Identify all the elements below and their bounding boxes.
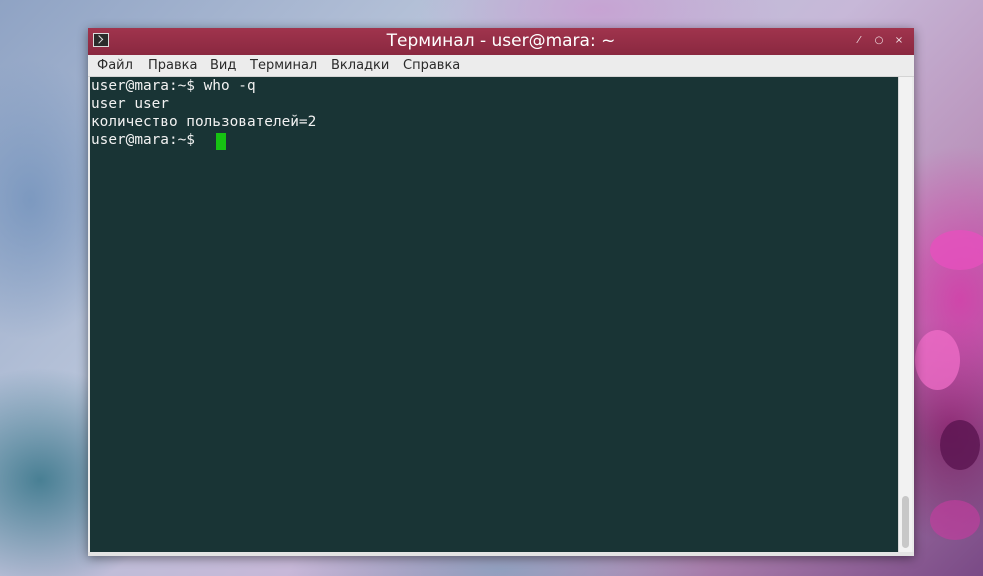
menu-file[interactable]: Файл: [95, 55, 135, 76]
menu-view[interactable]: Вид: [208, 55, 238, 76]
menu-edit[interactable]: Правка: [146, 55, 199, 76]
text-cursor: [216, 133, 226, 150]
terminal-icon[interactable]: [93, 33, 109, 47]
menu-tabs[interactable]: Вкладки: [329, 55, 391, 76]
close-button[interactable]: ×: [892, 33, 906, 49]
scrollbar-thumb[interactable]: [902, 496, 909, 548]
wallpaper-petal: [915, 330, 960, 390]
terminal-line-command: user@mara:~$ who -q: [91, 78, 256, 94]
prompt-glyph: [94, 35, 104, 44]
window-title: Терминал - user@mara: ~: [386, 31, 616, 51]
minimize-button[interactable]: ⁄: [852, 33, 866, 49]
terminal-line-output: количество пользователей=2: [91, 114, 317, 130]
terminal-line-prompt: user@mara:~$: [91, 132, 204, 148]
wallpaper-petal: [940, 420, 980, 470]
maximize-button[interactable]: ○: [872, 33, 886, 49]
menu-terminal[interactable]: Терминал: [248, 55, 319, 76]
menu-bar: Файл Правка Вид Терминал Вкладки Справка: [88, 55, 914, 77]
wallpaper-petal: [930, 230, 983, 270]
menu-help[interactable]: Справка: [401, 55, 462, 76]
terminal-output-area[interactable]: user@mara:~$ who -q user user количество…: [90, 77, 898, 552]
window-bottom-border: [88, 552, 914, 556]
terminal-window: Терминал - user@mara: ~ ⁄ ○ × Файл Правк…: [88, 28, 914, 556]
vertical-scrollbar[interactable]: [898, 77, 912, 552]
title-bar[interactable]: Терминал - user@mara: ~ ⁄ ○ ×: [88, 28, 914, 55]
terminal-line-output: user user: [91, 96, 169, 112]
wallpaper-petal: [930, 500, 980, 540]
